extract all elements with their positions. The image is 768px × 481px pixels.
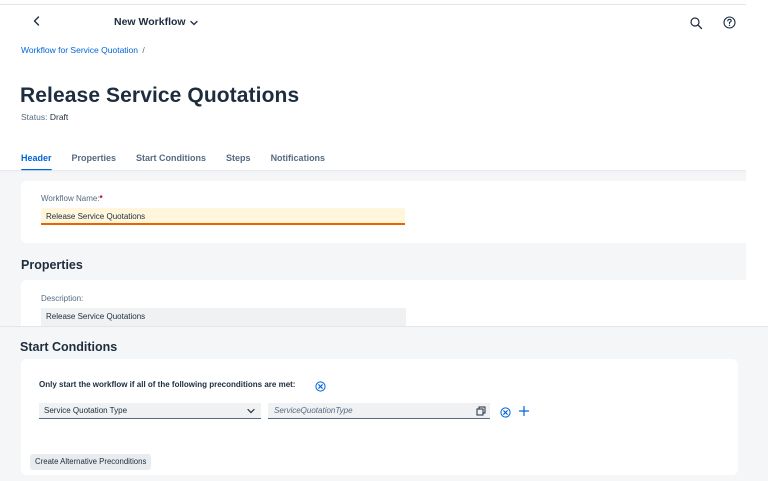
tab-properties[interactable]: Properties bbox=[72, 153, 117, 171]
search-icon[interactable] bbox=[689, 16, 703, 30]
breadcrumb-link[interactable]: Workflow for Service Quotation bbox=[21, 45, 138, 55]
tab-notifications[interactable]: Notifications bbox=[271, 153, 326, 171]
required-marker: * bbox=[99, 194, 103, 203]
tab-steps[interactable]: Steps bbox=[226, 153, 251, 171]
breadcrumb: Workflow for Service Quotation / bbox=[21, 45, 145, 55]
condition-field-select[interactable]: Service Quotation Type bbox=[39, 403, 261, 419]
workflow-name-label-wrap: Workflow Name:* bbox=[41, 194, 103, 203]
status-label: Status: bbox=[21, 112, 48, 122]
add-icon[interactable] bbox=[518, 404, 530, 417]
page-title: Release Service Quotations bbox=[20, 84, 300, 107]
chevron-down-icon bbox=[247, 408, 255, 414]
status-value: Draft bbox=[49, 112, 69, 122]
help-icon[interactable] bbox=[722, 15, 737, 30]
start-conditions-title: Start Conditions bbox=[20, 340, 118, 354]
shell-bar: New Workflow bbox=[0, 4, 746, 42]
tab-header[interactable]: Header bbox=[21, 153, 52, 171]
back-icon[interactable] bbox=[30, 14, 44, 28]
value-help-icon[interactable] bbox=[476, 406, 486, 416]
condition-value-input[interactable]: ServiceQuotationType bbox=[268, 403, 490, 419]
workflow-title-menu[interactable]: New Workflow bbox=[114, 16, 198, 28]
workflow-name-input[interactable]: Release Service Quotations bbox=[41, 208, 405, 225]
workflow-title-text: New Workflow bbox=[114, 16, 186, 28]
create-alternative-preconditions-button[interactable]: Create Alternative Preconditions bbox=[30, 454, 152, 470]
clear-icon[interactable] bbox=[315, 379, 326, 392]
breadcrumb-separator: / bbox=[142, 45, 145, 55]
condition-field-value: Service Quotation Type bbox=[44, 406, 128, 415]
header-shadow bbox=[0, 170, 746, 173]
workflow-name-label: Workflow Name: bbox=[41, 194, 100, 203]
tab-bar: Header Properties Start Conditions Steps… bbox=[21, 153, 345, 171]
chevron-down-icon bbox=[189, 20, 198, 25]
precondition-text: Only start the workflow if all of the fo… bbox=[39, 380, 296, 389]
description-input[interactable]: Release Service Quotations bbox=[41, 308, 406, 326]
condition-value-placeholder: ServiceQuotationType bbox=[274, 406, 353, 415]
description-label: Description: bbox=[41, 294, 84, 303]
status-line: Status: Draft bbox=[21, 112, 68, 122]
properties-title: Properties bbox=[21, 258, 83, 272]
clear-icon[interactable] bbox=[500, 405, 511, 418]
tab-start-conditions[interactable]: Start Conditions bbox=[136, 153, 206, 171]
